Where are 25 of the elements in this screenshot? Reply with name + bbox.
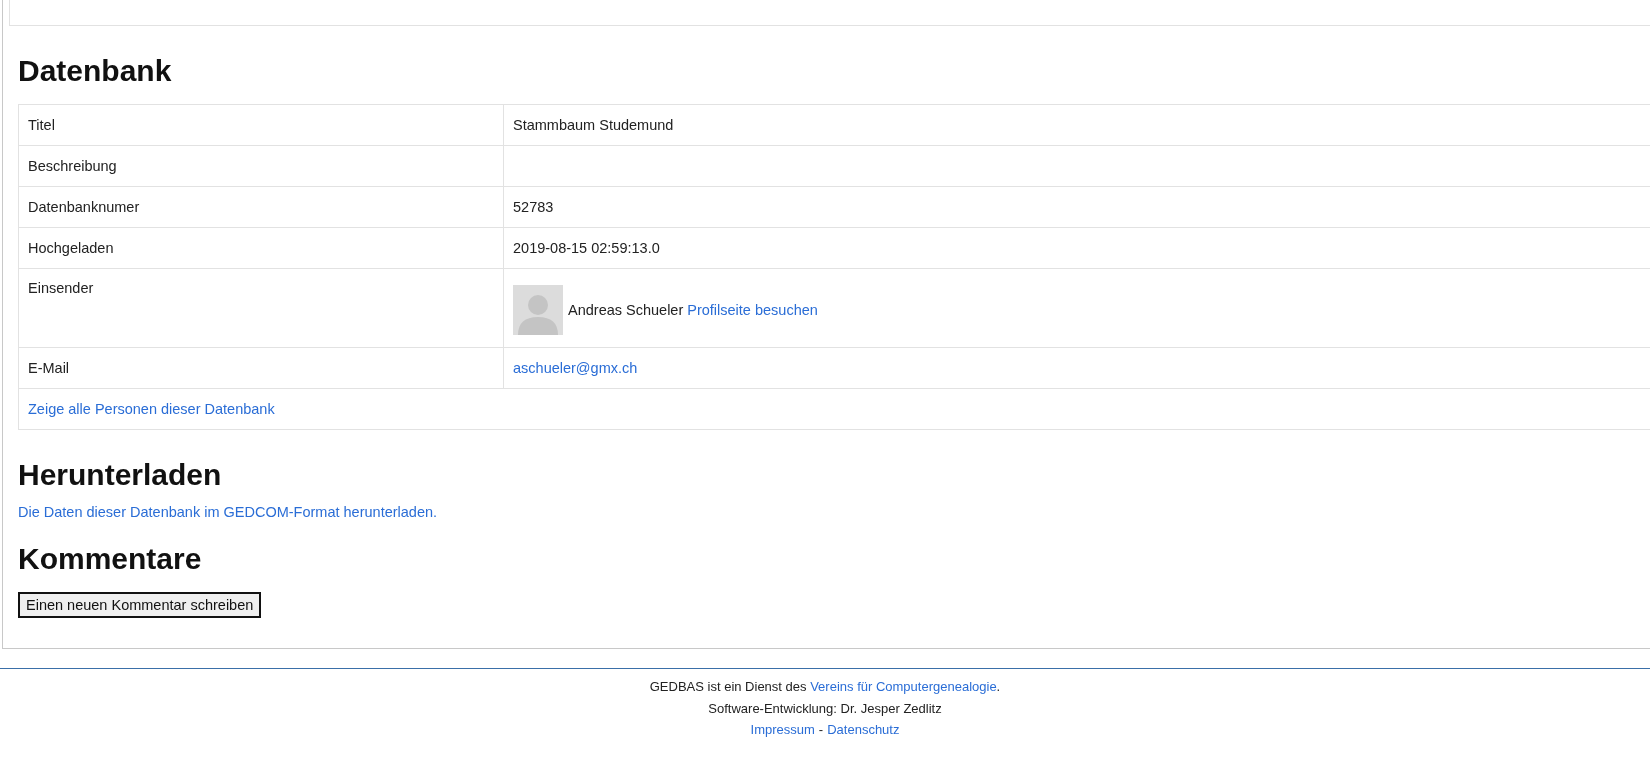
row-value: 52783 <box>513 199 554 215</box>
footer-text: GEDBAS ist ein Dienst des Vereins für Computergenealogie. <box>648 678 1002 696</box>
email-link[interactable]: aschueler@gmx.ch <box>513 360 638 376</box>
profile-link[interactable]: Profilseite besuchen <box>687 302 818 318</box>
row-label: Einsender <box>28 280 94 296</box>
row-value: Stammbaum Studemund <box>513 117 674 133</box>
section-heading: Kommentare <box>18 542 203 576</box>
row-label: Beschreibung <box>28 158 117 174</box>
privacy-link[interactable]: Datenschutz <box>827 719 900 741</box>
footer-credit: Software-Entwicklung: Dr. Jesper Zedlitz <box>707 699 943 718</box>
row-label: Hochgeladen <box>28 240 114 256</box>
row-label: Datenbanknumer <box>28 199 140 215</box>
section-heading: Herunterladen <box>18 458 223 492</box>
new-comment-button[interactable]: Einen neuen Kommentar schreiben <box>18 592 262 618</box>
imprint-link[interactable]: Impressum <box>750 719 815 741</box>
avatar-icon <box>513 285 563 335</box>
download-link[interactable]: Die Daten dieser Datenbank im GEDCOM-Format herunterladen. <box>18 504 438 520</box>
link-separator: - <box>818 721 824 739</box>
row-label: Titel <box>28 117 55 133</box>
section-heading: Datenbank <box>18 54 173 88</box>
show-all-link[interactable]: Zeige alle Personen dieser Datenbank <box>28 401 275 417</box>
row-value: 2019-08-15 02:59:13.0 <box>513 240 660 256</box>
association-link[interactable]: Vereins für Computergenealogie <box>810 679 997 694</box>
submitter-name: Andreas Schueler <box>568 302 684 318</box>
row-label: E-Mail <box>28 360 70 376</box>
